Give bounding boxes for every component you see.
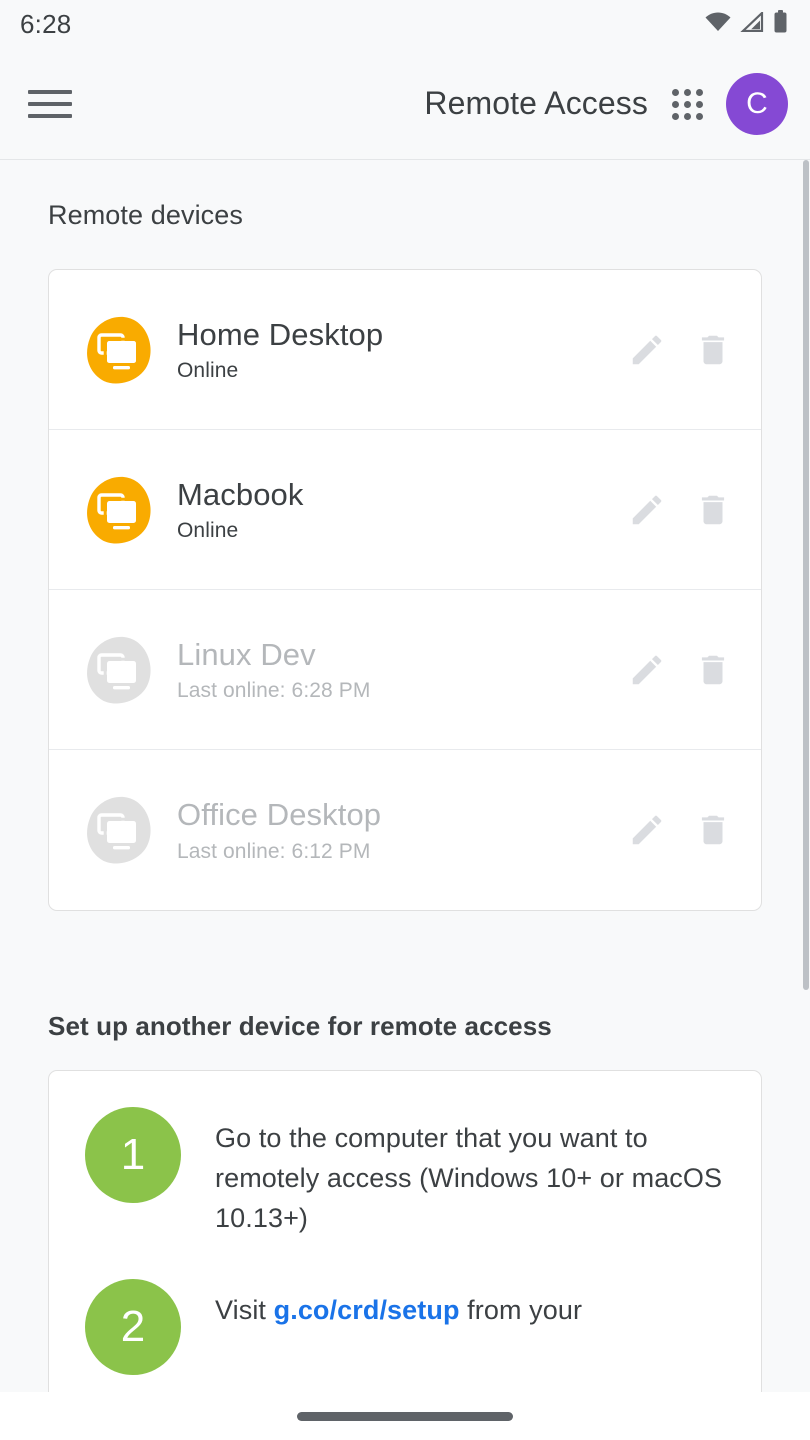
apps-grid-dot — [672, 88, 679, 96]
delete-icon[interactable] — [693, 490, 733, 530]
device-name: Office Desktop — [177, 797, 382, 833]
step-text-before: Go to the computer that you want to remo… — [215, 1123, 723, 1233]
apps-grid-dot — [672, 100, 679, 108]
table-row[interactable]: Office Desktop Last online: 6:12 PM — [49, 750, 761, 910]
remote-devices-heading: Remote devices — [48, 200, 243, 230]
setup-steps-card: 1 Go to the computer that you want to re… — [48, 1070, 762, 1392]
device-name: Linux Dev — [177, 636, 316, 672]
apps-grid-icon[interactable] — [670, 87, 704, 121]
apps-grid-dot — [696, 112, 703, 120]
edit-icon[interactable] — [627, 650, 667, 690]
hamburger-menu-icon[interactable] — [28, 81, 74, 127]
hamburger-line — [28, 113, 72, 118]
table-row[interactable]: Linux Dev Last online: 6:28 PM — [49, 590, 761, 750]
apps-grid-dot — [672, 112, 679, 120]
apps-grid-dot — [684, 100, 691, 108]
edit-icon[interactable] — [627, 810, 667, 850]
step-number-badge: 2 — [85, 1278, 181, 1375]
step-text: Visit g.co/crd/setup from your — [215, 1279, 582, 1331]
toolbar-right-group: Remote Access C — [424, 72, 788, 135]
cell-signal-icon — [740, 9, 764, 37]
device-info: Office Desktop Last online: 6:12 PM — [177, 796, 617, 863]
delete-icon[interactable] — [693, 650, 733, 690]
apps-grid-dot — [684, 88, 691, 96]
device-online-icon — [79, 472, 155, 548]
list-item: 2 Visit g.co/crd/setup from your — [85, 1278, 725, 1375]
device-name: Macbook — [177, 476, 304, 512]
wifi-icon — [705, 12, 731, 37]
avatar[interactable]: C — [726, 72, 788, 135]
table-row[interactable]: Macbook Online — [49, 430, 761, 590]
table-row[interactable]: Home Desktop Online — [49, 270, 761, 430]
device-online-icon — [79, 312, 155, 388]
hamburger-line — [28, 101, 72, 106]
step-text: Go to the computer that you want to remo… — [215, 1107, 725, 1239]
delete-icon[interactable] — [693, 810, 733, 850]
setup-section-heading: Set up another device for remote access — [48, 1011, 552, 1041]
step-text-after: from your — [459, 1294, 583, 1325]
scrollbar-thumb[interactable] — [803, 160, 809, 990]
scrollbar[interactable] — [803, 160, 810, 1392]
apps-grid-dot — [696, 88, 703, 96]
edit-icon[interactable] — [627, 490, 667, 530]
status-bar: 6:28 — [0, 0, 810, 48]
gesture-nav-pill[interactable] — [297, 1411, 513, 1421]
setup-link[interactable]: g.co/crd/setup — [274, 1295, 460, 1325]
gesture-nav-bar — [0, 1392, 810, 1440]
device-offline-icon — [79, 632, 155, 708]
device-offline-icon — [79, 792, 155, 868]
device-actions — [617, 330, 733, 370]
device-status: Last online: 6:28 PM — [177, 679, 371, 703]
device-actions — [617, 810, 733, 850]
scroll-content: Remote devices Home Desktop Online Macbo… — [0, 160, 810, 1392]
device-status: Online — [177, 519, 239, 543]
hamburger-line — [28, 89, 72, 94]
device-actions — [617, 650, 733, 690]
device-info: Home Desktop Online — [177, 316, 617, 383]
status-bar-icons — [705, 9, 788, 38]
device-status: Online — [177, 359, 239, 383]
apps-grid-dot — [684, 112, 691, 120]
page-title: Remote Access — [424, 85, 648, 121]
step-text-before: Visit — [215, 1294, 274, 1325]
device-name: Home Desktop — [177, 316, 384, 352]
device-info: Linux Dev Last online: 6:28 PM — [177, 636, 617, 703]
device-status: Last online: 6:12 PM — [177, 839, 371, 863]
status-bar-time: 6:28 — [20, 8, 72, 39]
remote-devices-card: Home Desktop Online Macbook Online Linux… — [48, 269, 762, 911]
battery-icon — [773, 10, 788, 38]
edit-icon[interactable] — [627, 330, 667, 370]
list-item: 1 Go to the computer that you want to re… — [85, 1107, 725, 1239]
step-number-badge: 1 — [85, 1107, 181, 1203]
device-info: Macbook Online — [177, 476, 617, 543]
delete-icon[interactable] — [693, 330, 733, 370]
apps-grid-dot — [696, 100, 703, 108]
app-toolbar: Remote Access C — [0, 48, 810, 160]
device-actions — [617, 490, 733, 530]
